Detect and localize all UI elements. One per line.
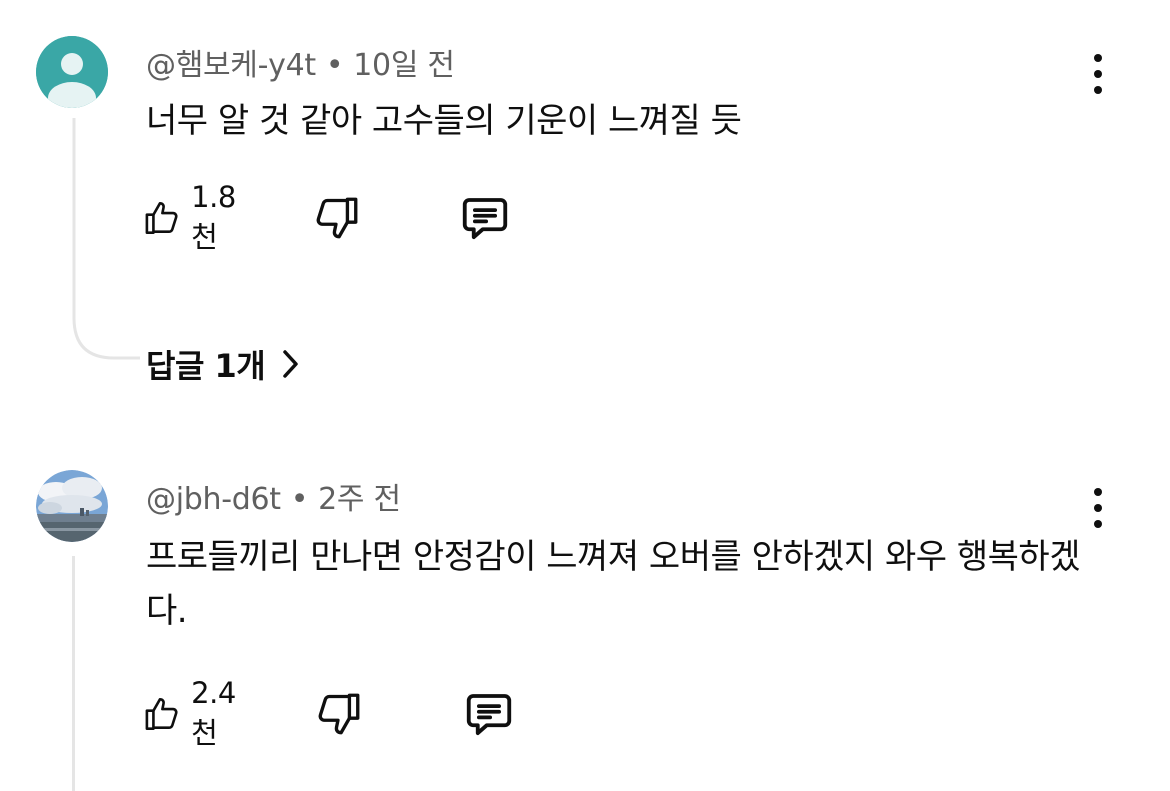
view-replies-button[interactable]: 답글 1개 (146, 342, 301, 386)
default-user-icon (36, 36, 108, 108)
like-button[interactable]: 1.8천 (142, 180, 247, 254)
avatar-image (36, 470, 108, 542)
comment-text: 너무 알 것 같아 고수들의 기운이 느껴질 듯 (146, 101, 742, 141)
like-count: 2.4천 (191, 676, 236, 750)
author-name[interactable]: @햄보케-y4t (146, 48, 316, 83)
dot (1094, 86, 1102, 94)
reply-button[interactable] (462, 688, 516, 740)
replies-label: 답글 1개 (146, 347, 266, 385)
dot (1094, 70, 1102, 78)
thumbs-up-icon (145, 202, 178, 234)
author-name[interactable]: @jbh-d6t (146, 482, 281, 517)
chevron-right-icon (283, 350, 298, 378)
timestamp[interactable]: 10일 전 (353, 48, 455, 83)
dot (1094, 54, 1102, 62)
thumbs-down-icon (316, 197, 358, 239)
comment-meta: @jbh-d6t • 2주 전 (146, 474, 401, 518)
more-options-button[interactable] (1084, 54, 1112, 94)
dot (1094, 520, 1102, 528)
timestamp[interactable]: 2주 전 (318, 482, 401, 517)
meta-separator: • (325, 48, 344, 83)
thumbs-up-icon (145, 698, 178, 730)
thread-connector (72, 118, 140, 360)
thumbs-down-icon (318, 693, 360, 735)
comment-icon (462, 198, 508, 240)
thread-line (72, 556, 75, 791)
avatar[interactable] (36, 36, 108, 108)
dislike-button[interactable] (312, 192, 362, 244)
avatar[interactable] (36, 470, 108, 542)
comment-icon (466, 694, 512, 736)
more-options-button[interactable] (1084, 488, 1112, 528)
comment-text: 프로들끼리 만나면 안정감이 느껴져 오버를 안하겠지 와우 행복하겠다. (146, 537, 1081, 631)
reply-button[interactable] (458, 192, 512, 244)
dislike-button[interactable] (314, 688, 364, 740)
like-count: 1.8천 (191, 180, 236, 254)
comment-meta: @햄보케-y4t • 10일 전 (146, 40, 455, 84)
dot (1094, 488, 1102, 496)
dot (1094, 504, 1102, 512)
like-button[interactable]: 2.4천 (142, 676, 247, 750)
meta-separator: • (290, 482, 309, 517)
